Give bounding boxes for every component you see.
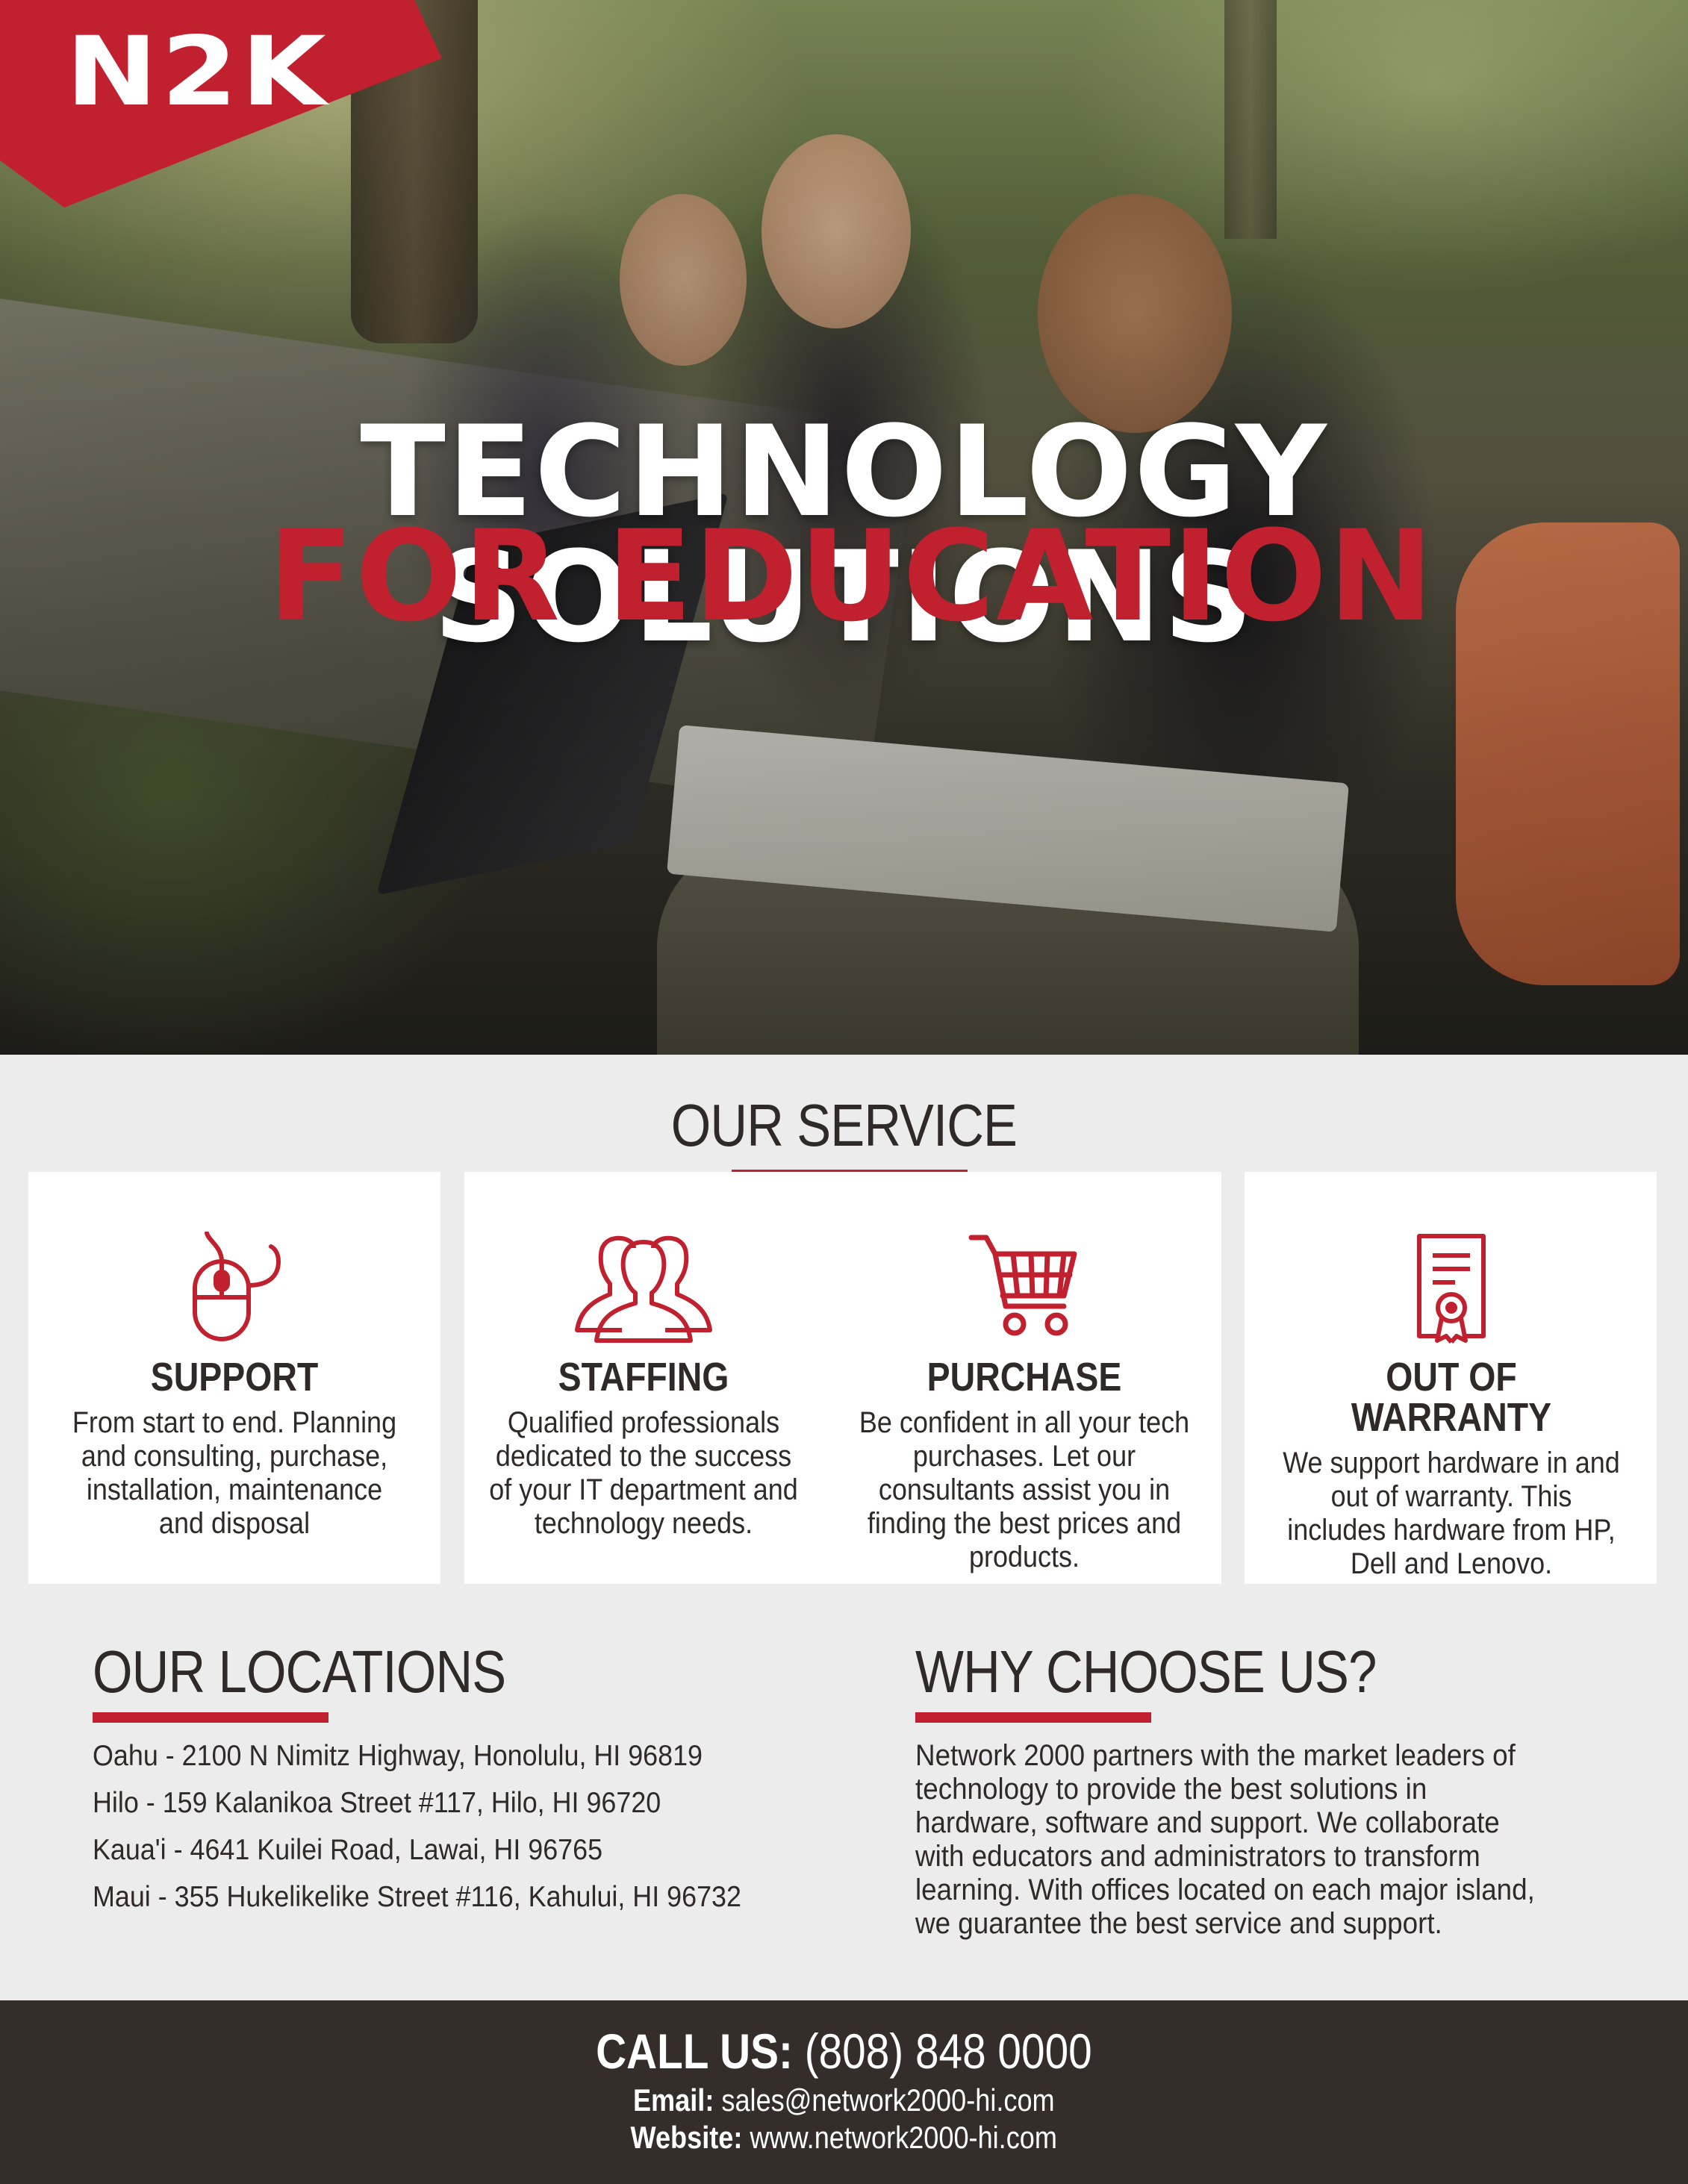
call-label: CALL US: <box>596 2024 794 2079</box>
service-item-warranty: OUT OF WARRANTY We support hardware in a… <box>1262 1232 1641 1581</box>
locations-list: Oahu - 2100 N Nimitz Highway, Honolulu, … <box>93 1739 798 1927</box>
support-text: From start to end. Planning and consulti… <box>72 1406 397 1540</box>
warranty-text: We support hardware in and out of warran… <box>1283 1447 1620 1580</box>
shopping-cart-icon <box>968 1235 1077 1336</box>
call-us-line: CALL US: (808) 848 0000 <box>0 2027 1688 2076</box>
purchase-text: Be confident in all your tech purchases.… <box>859 1406 1190 1573</box>
service-item-staffing: STAFFING Qualified professionals dedicat… <box>472 1232 815 1541</box>
locations-heading: OUR LOCATIONS <box>93 1638 506 1705</box>
location-kauai: Kaua'i - 4641 Kuilei Road, Lawai, HI 967… <box>93 1834 603 1866</box>
location-hilo: Hilo - 159 Kalanikoa Street #117, Hilo, … <box>93 1787 661 1819</box>
mouse-icon <box>193 1232 281 1341</box>
website-label: Website: <box>630 2120 743 2155</box>
certificate-icon <box>1417 1234 1486 1344</box>
email-line: Email: sales@network2000-hi.com <box>0 2085 1688 2116</box>
why-heading: WHY CHOOSE US? <box>915 1638 1377 1705</box>
email-link[interactable]: sales@network2000-hi.com <box>722 2082 1055 2118</box>
location-oahu: Oahu - 2100 N Nimitz Highway, Honolulu, … <box>93 1740 703 1772</box>
service-item-purchase: PURCHASE Be confident in all your tech p… <box>838 1232 1211 1574</box>
why-heading-underline <box>915 1712 1151 1723</box>
website-line: Website: www.network2000-hi.com <box>0 2122 1688 2153</box>
warranty-title: OUT OF WARRANTY <box>1351 1355 1552 1440</box>
staffing-text: Qualified professionals dedicated to the… <box>489 1406 798 1540</box>
service-heading: OUR SERVICE <box>670 1092 1018 1158</box>
hero-subtitle: FOR EDUCATION <box>268 503 1435 649</box>
staffing-title: STAFFING <box>558 1355 729 1400</box>
n2k-logo[interactable]: N2K <box>0 0 448 209</box>
service-item-support: SUPPORT From start to end. Planning and … <box>45 1232 424 1541</box>
location-maui: Maui - 355 Hukelikelike Street #116, Kah… <box>93 1881 741 1913</box>
people-icon <box>575 1235 712 1343</box>
why-text: Network 2000 partners with the market le… <box>915 1739 1535 1940</box>
email-label: Email: <box>633 2082 714 2118</box>
logo-text: N2K <box>66 16 330 128</box>
website-link[interactable]: www.network2000-hi.com <box>750 2120 1058 2155</box>
phone-number[interactable]: (808) 848 0000 <box>805 2024 1092 2079</box>
purchase-title: PURCHASE <box>926 1355 1122 1400</box>
locations-heading-underline <box>93 1712 328 1723</box>
support-title: SUPPORT <box>150 1355 319 1400</box>
